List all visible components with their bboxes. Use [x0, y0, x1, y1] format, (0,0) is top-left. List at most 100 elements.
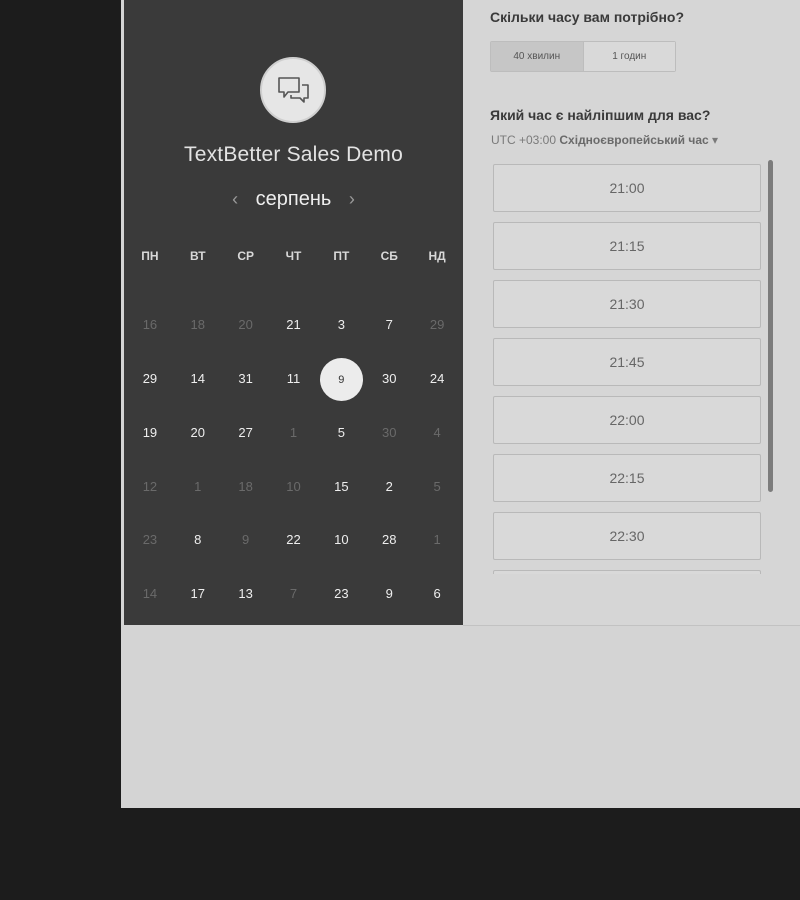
duration-option-40-min[interactable]: 40 хвилин	[491, 42, 584, 71]
calendar-day-number: 22	[286, 532, 301, 547]
calendar-day-number: 14	[190, 371, 206, 386]
timezone-selector[interactable]: UTC +03:00 Східноєвропейський час ▾	[491, 133, 718, 147]
calendar-day[interactable]: 28	[365, 517, 413, 563]
calendar-day: 4	[413, 410, 461, 456]
calendar-day[interactable]: 21	[270, 302, 318, 348]
calendar-day-number: 24	[429, 371, 445, 386]
weekday-label: СР	[237, 249, 254, 263]
weekday-label: ВТ	[190, 249, 206, 263]
calendar-day-number: 16	[142, 317, 158, 332]
calendar-day: 1	[174, 464, 222, 510]
calendar-day[interactable]: 8	[174, 517, 222, 563]
time-slot[interactable]: 22:15	[493, 454, 761, 502]
calendar-day[interactable]: 20	[174, 410, 222, 456]
calendar-day-number: 13	[238, 586, 253, 601]
timezone-name: Східноєвропейський час	[559, 133, 709, 147]
calendar-day-number: 7	[289, 586, 298, 601]
calendar-day: 18	[222, 464, 270, 510]
chat-bubbles-icon	[260, 57, 326, 123]
month-label: серпень	[255, 188, 332, 210]
calendar-week: 19 20 27 1 5 30 4	[124, 410, 463, 456]
chevron-down-icon: ▾	[712, 133, 719, 147]
prev-month-button[interactable]: ‹	[222, 189, 248, 209]
calendar-day: 14	[126, 571, 174, 617]
calendar-day[interactable]: 7	[365, 302, 413, 348]
calendar-day[interactable]: 11	[270, 356, 318, 402]
weekday-header: ПН ВТ СР ЧТ ПТ СБ НД	[124, 249, 463, 263]
weekday-label: СБ	[380, 249, 398, 263]
calendar-day-number: 29	[429, 317, 445, 332]
weekday-label: ЧТ	[285, 249, 302, 263]
calendar-day-number: 21	[286, 317, 301, 332]
calendar-week: 12 1 18 10 15 2 5	[124, 464, 463, 510]
calendar-day[interactable]: 15	[317, 464, 365, 510]
calendar-day-number: 18	[238, 479, 253, 494]
calendar-day: 12	[126, 464, 174, 510]
time-slot[interactable]: 21:00	[493, 164, 761, 212]
calendar-day-number: 20	[238, 317, 253, 332]
calendar-day[interactable]: 19	[126, 410, 174, 456]
calendar-day[interactable]: 2	[365, 464, 413, 510]
time-slot[interactable]: 22:30	[493, 512, 761, 560]
duration-toggle: 40 хвилин 1 годин	[490, 41, 676, 72]
calendar-day-number: 28	[381, 532, 397, 547]
timezone-offset: UTC +03:00	[491, 133, 557, 147]
calendar-day-number: 2	[385, 479, 393, 494]
calendar-day-number: 1	[433, 532, 441, 547]
calendar-day-number: 4	[433, 425, 441, 440]
calendar-day[interactable]: 24	[413, 356, 461, 402]
calendar-day[interactable]: 6	[413, 571, 461, 617]
time-slot[interactable]	[493, 570, 761, 574]
calendar-day[interactable]: 10	[317, 517, 365, 563]
next-month-button[interactable]: ›	[339, 189, 365, 209]
duration-option-1-hour[interactable]: 1 годин	[583, 42, 675, 71]
calendar-day-number: 31	[238, 371, 253, 386]
calendar-day[interactable]: 31	[222, 356, 270, 402]
calendar-day[interactable]: 29	[126, 356, 174, 402]
calendar-day: 23	[126, 517, 174, 563]
calendar-day: 18	[174, 302, 222, 348]
calendar-day-number: 5	[433, 479, 441, 494]
scrollbar[interactable]	[768, 160, 773, 492]
calendar-day-selected[interactable]: 9	[317, 356, 365, 402]
calendar-day-number: 12	[142, 479, 158, 494]
calendar-day-number: 29	[142, 371, 158, 386]
calendar-day[interactable]: 23	[317, 571, 365, 617]
calendar-day[interactable]: 5	[317, 410, 365, 456]
calendar-day-number: 10	[334, 532, 349, 547]
time-slot[interactable]: 21:45	[493, 338, 761, 386]
calendar-day-number: 27	[238, 425, 253, 440]
calendar-day-number: 18	[190, 317, 206, 332]
calendar-day: 20	[222, 302, 270, 348]
calendar-day[interactable]: 27	[222, 410, 270, 456]
calendar-day: 16	[126, 302, 174, 348]
calendar-week: 14 17 13 7 23 9 6	[124, 571, 463, 617]
time-slot[interactable]: 22:00	[493, 396, 761, 444]
calendar-day: 5	[413, 464, 461, 510]
calendar-day[interactable]: 9	[365, 571, 413, 617]
calendar-day: 30	[365, 410, 413, 456]
time-slot-list: 21:00 21:15 21:30 21:45 22:00 22:15 22:3…	[493, 164, 761, 574]
time-slot[interactable]: 21:15	[493, 222, 761, 270]
calendar-day: 7	[270, 571, 318, 617]
calendar-day[interactable]: 13	[222, 571, 270, 617]
weekday-label: НД	[428, 249, 446, 263]
calendar-day-number: 30	[381, 425, 397, 440]
calendar-day: 1	[270, 410, 318, 456]
calendar-day-number: 8	[194, 532, 202, 547]
calendar-day[interactable]: 14	[174, 356, 222, 402]
calendar-day: 10	[270, 464, 318, 510]
calendar-day-number: 3	[337, 317, 345, 332]
calendar-day[interactable]: 22	[270, 517, 318, 563]
calendar-day[interactable]: 30	[365, 356, 413, 402]
calendar-day-number: 5	[337, 425, 345, 440]
calendar-day[interactable]: 3	[317, 302, 365, 348]
calendar-day-number: 9	[242, 532, 250, 547]
calendar-day[interactable]: 17	[174, 571, 222, 617]
calendar-day-number: 10	[286, 479, 301, 494]
calendar-day-number: 9	[385, 586, 393, 601]
calendar-day-number: 1	[289, 425, 298, 440]
time-slot[interactable]: 21:30	[493, 280, 761, 328]
calendar-day: 1	[413, 517, 461, 563]
time-question: Який час є найліпшим для вас?	[490, 107, 711, 123]
